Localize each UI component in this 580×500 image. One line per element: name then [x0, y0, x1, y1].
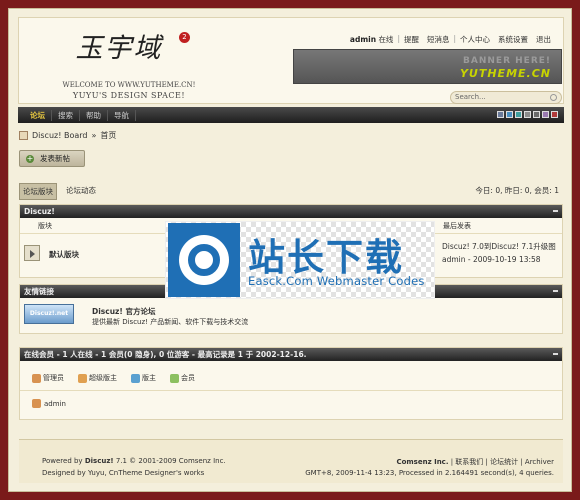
new-post-button[interactable]: + 发表新帖 [19, 150, 85, 167]
column-board: 版块 [38, 222, 52, 230]
theme-swatch[interactable] [533, 111, 540, 118]
footer: Powered by Discuz! 7.1 © 2001-2009 Comse… [19, 439, 563, 483]
header: 玉宇域 2 WELCOME TO WWW.YUTHEME.CN! YUYU'S … [18, 17, 564, 104]
legend-label: 管理员 [43, 374, 64, 382]
theme-swatch[interactable] [506, 111, 513, 118]
banner-line-2: YUTHEME.CN [459, 67, 551, 80]
logo-tagline-2: YUYU'S DESIGN SPACE! [72, 91, 186, 100]
search-input[interactable]: Search... [450, 91, 562, 104]
nav-item-guide[interactable]: 导航 [108, 109, 136, 121]
online-title: 在线会员 - 1 人在线 - 1 会员(0 隐身), 0 位游客 - 最高记录是… [24, 350, 307, 359]
watermark-overlay: 站长下载 Easck.Com Webmaster Codes [165, 221, 435, 299]
theme-switcher [497, 111, 558, 118]
column-last-post: 最后发表 [443, 222, 471, 230]
user-center-link[interactable]: 个人中心 [456, 34, 494, 46]
home-icon[interactable] [19, 131, 28, 140]
site-logo[interactable]: 玉宇域 2 WELCOME TO WWW.YUTHEME.CN! YUYU'S … [19, 18, 219, 105]
search-placeholder: Search... [455, 93, 486, 101]
tab-forum-boards[interactable]: 论坛版块 [19, 183, 57, 200]
settings-link[interactable]: 系统设置 [494, 34, 532, 46]
plus-icon: + [26, 154, 34, 163]
moderator-icon [131, 373, 140, 383]
admin-icon [32, 399, 41, 408]
watermark-text-en: Easck.Com Webmaster Codes [248, 274, 425, 288]
divider [20, 390, 562, 391]
link-description: 提供最新 Discuz! 产品新闻、软件下载与技术交流 [92, 318, 249, 326]
nav-item-search[interactable]: 搜索 [52, 109, 80, 121]
banner-line-1: BANNER HERE! [463, 56, 551, 66]
footer-links: Comsenz Inc. | 联系我们 | 论坛统计 | Archiver [396, 457, 554, 467]
search-icon[interactable] [550, 94, 557, 101]
company-link[interactable]: Comsenz Inc. [396, 458, 448, 466]
collapse-icon[interactable] [553, 210, 558, 212]
board-status-icon [24, 245, 40, 261]
theme-swatch[interactable] [542, 111, 549, 118]
online-header: 在线会员 - 1 人在线 - 1 会员(0 隐身), 0 位游客 - 最高记录是… [20, 348, 562, 361]
logo-tagline-1: WELCOME TO WWW.YUTHEME.CN! [62, 81, 196, 89]
online-user[interactable]: admin [32, 399, 66, 408]
theme-swatch[interactable] [551, 111, 558, 118]
board-name-link[interactable]: 默认版块 [49, 249, 79, 260]
last-post-link[interactable]: Discuz! 7.0到Discuz! 7.1升级图 [442, 241, 556, 252]
breadcrumb-separator: » [91, 131, 97, 140]
logo-title: 玉宇域 [75, 33, 163, 64]
main-nav: 论坛 搜索 帮助 导航 [18, 107, 564, 123]
links-title: 友情链接 [24, 287, 54, 296]
watermark-logo-icon [168, 223, 240, 297]
username-link[interactable]: admin 在线 [346, 34, 398, 46]
watermark-text-cn: 站长下载 [248, 236, 404, 279]
breadcrumb: Discuz! Board » 首页 [19, 130, 116, 141]
online-members-section: 在线会员 - 1 人在线 - 1 会员(0 隐身), 0 位游客 - 最高记录是… [19, 347, 563, 420]
nav-item-help[interactable]: 帮助 [80, 109, 108, 121]
online-username: admin [44, 399, 66, 408]
theme-swatch[interactable] [515, 111, 522, 118]
category-header: Discuz! [20, 205, 562, 218]
admin-icon [32, 373, 41, 383]
messages-link[interactable]: 短消息 [423, 34, 454, 46]
designer-credit: Designed by Yuyu, CnTheme Designer's wor… [42, 469, 205, 477]
powered-by: Powered by Discuz! 7.1 © 2001-2009 Comse… [42, 457, 226, 465]
tab-forum-activity[interactable]: 论坛动态 [63, 183, 99, 200]
link-title[interactable]: Discuz! 官方论坛 [92, 306, 155, 317]
theme-swatch[interactable] [497, 111, 504, 118]
discuz-net-logo[interactable]: Discuz!.net [24, 304, 74, 324]
member-legend: 管理员 超级版主 版主 会员 [32, 373, 195, 383]
collapse-icon[interactable] [553, 353, 558, 355]
forum-stats: 今日: 0, 昨日: 0, 会员: 1 [475, 186, 559, 195]
forum-tabs: 论坛版块 论坛动态 [19, 183, 99, 200]
theme-swatch[interactable] [524, 111, 531, 118]
user-nav: admin 在线 | 提醒 短消息 | 个人中心 系统设置 退出 [346, 34, 555, 46]
legend-label: 会员 [181, 374, 195, 382]
new-post-label: 发表新帖 [40, 154, 70, 163]
category-title[interactable]: Discuz! [24, 207, 55, 216]
processing-info: GMT+8, 2009-11-4 13:23, Processed in 2.1… [305, 469, 554, 477]
breadcrumb-board[interactable]: Discuz! Board [32, 131, 87, 140]
footer-nav-links[interactable]: | 联系我们 | 论坛统计 | Archiver [451, 458, 554, 466]
logout-link[interactable]: 退出 [532, 34, 555, 46]
collapse-icon[interactable] [553, 290, 558, 292]
discuz-link[interactable]: Discuz! [85, 457, 114, 465]
page-wrapper: 玉宇域 2 WELCOME TO WWW.YUTHEME.CN! YUYU'S … [8, 8, 572, 492]
logo-version-badge: 2 [179, 32, 190, 43]
breadcrumb-current: 首页 [100, 131, 117, 140]
legend-label: 超级版主 [89, 374, 117, 382]
last-post-meta: admin - 2009-10-19 13:58 [442, 255, 541, 264]
member-icon [170, 373, 179, 383]
super-moderator-icon [78, 373, 87, 383]
notifications-link[interactable]: 提醒 [400, 34, 423, 46]
legend-label: 版主 [142, 374, 156, 382]
nav-item-forum[interactable]: 论坛 [24, 109, 52, 121]
header-banner[interactable]: BANNER HERE! YUTHEME.CN [293, 49, 562, 84]
